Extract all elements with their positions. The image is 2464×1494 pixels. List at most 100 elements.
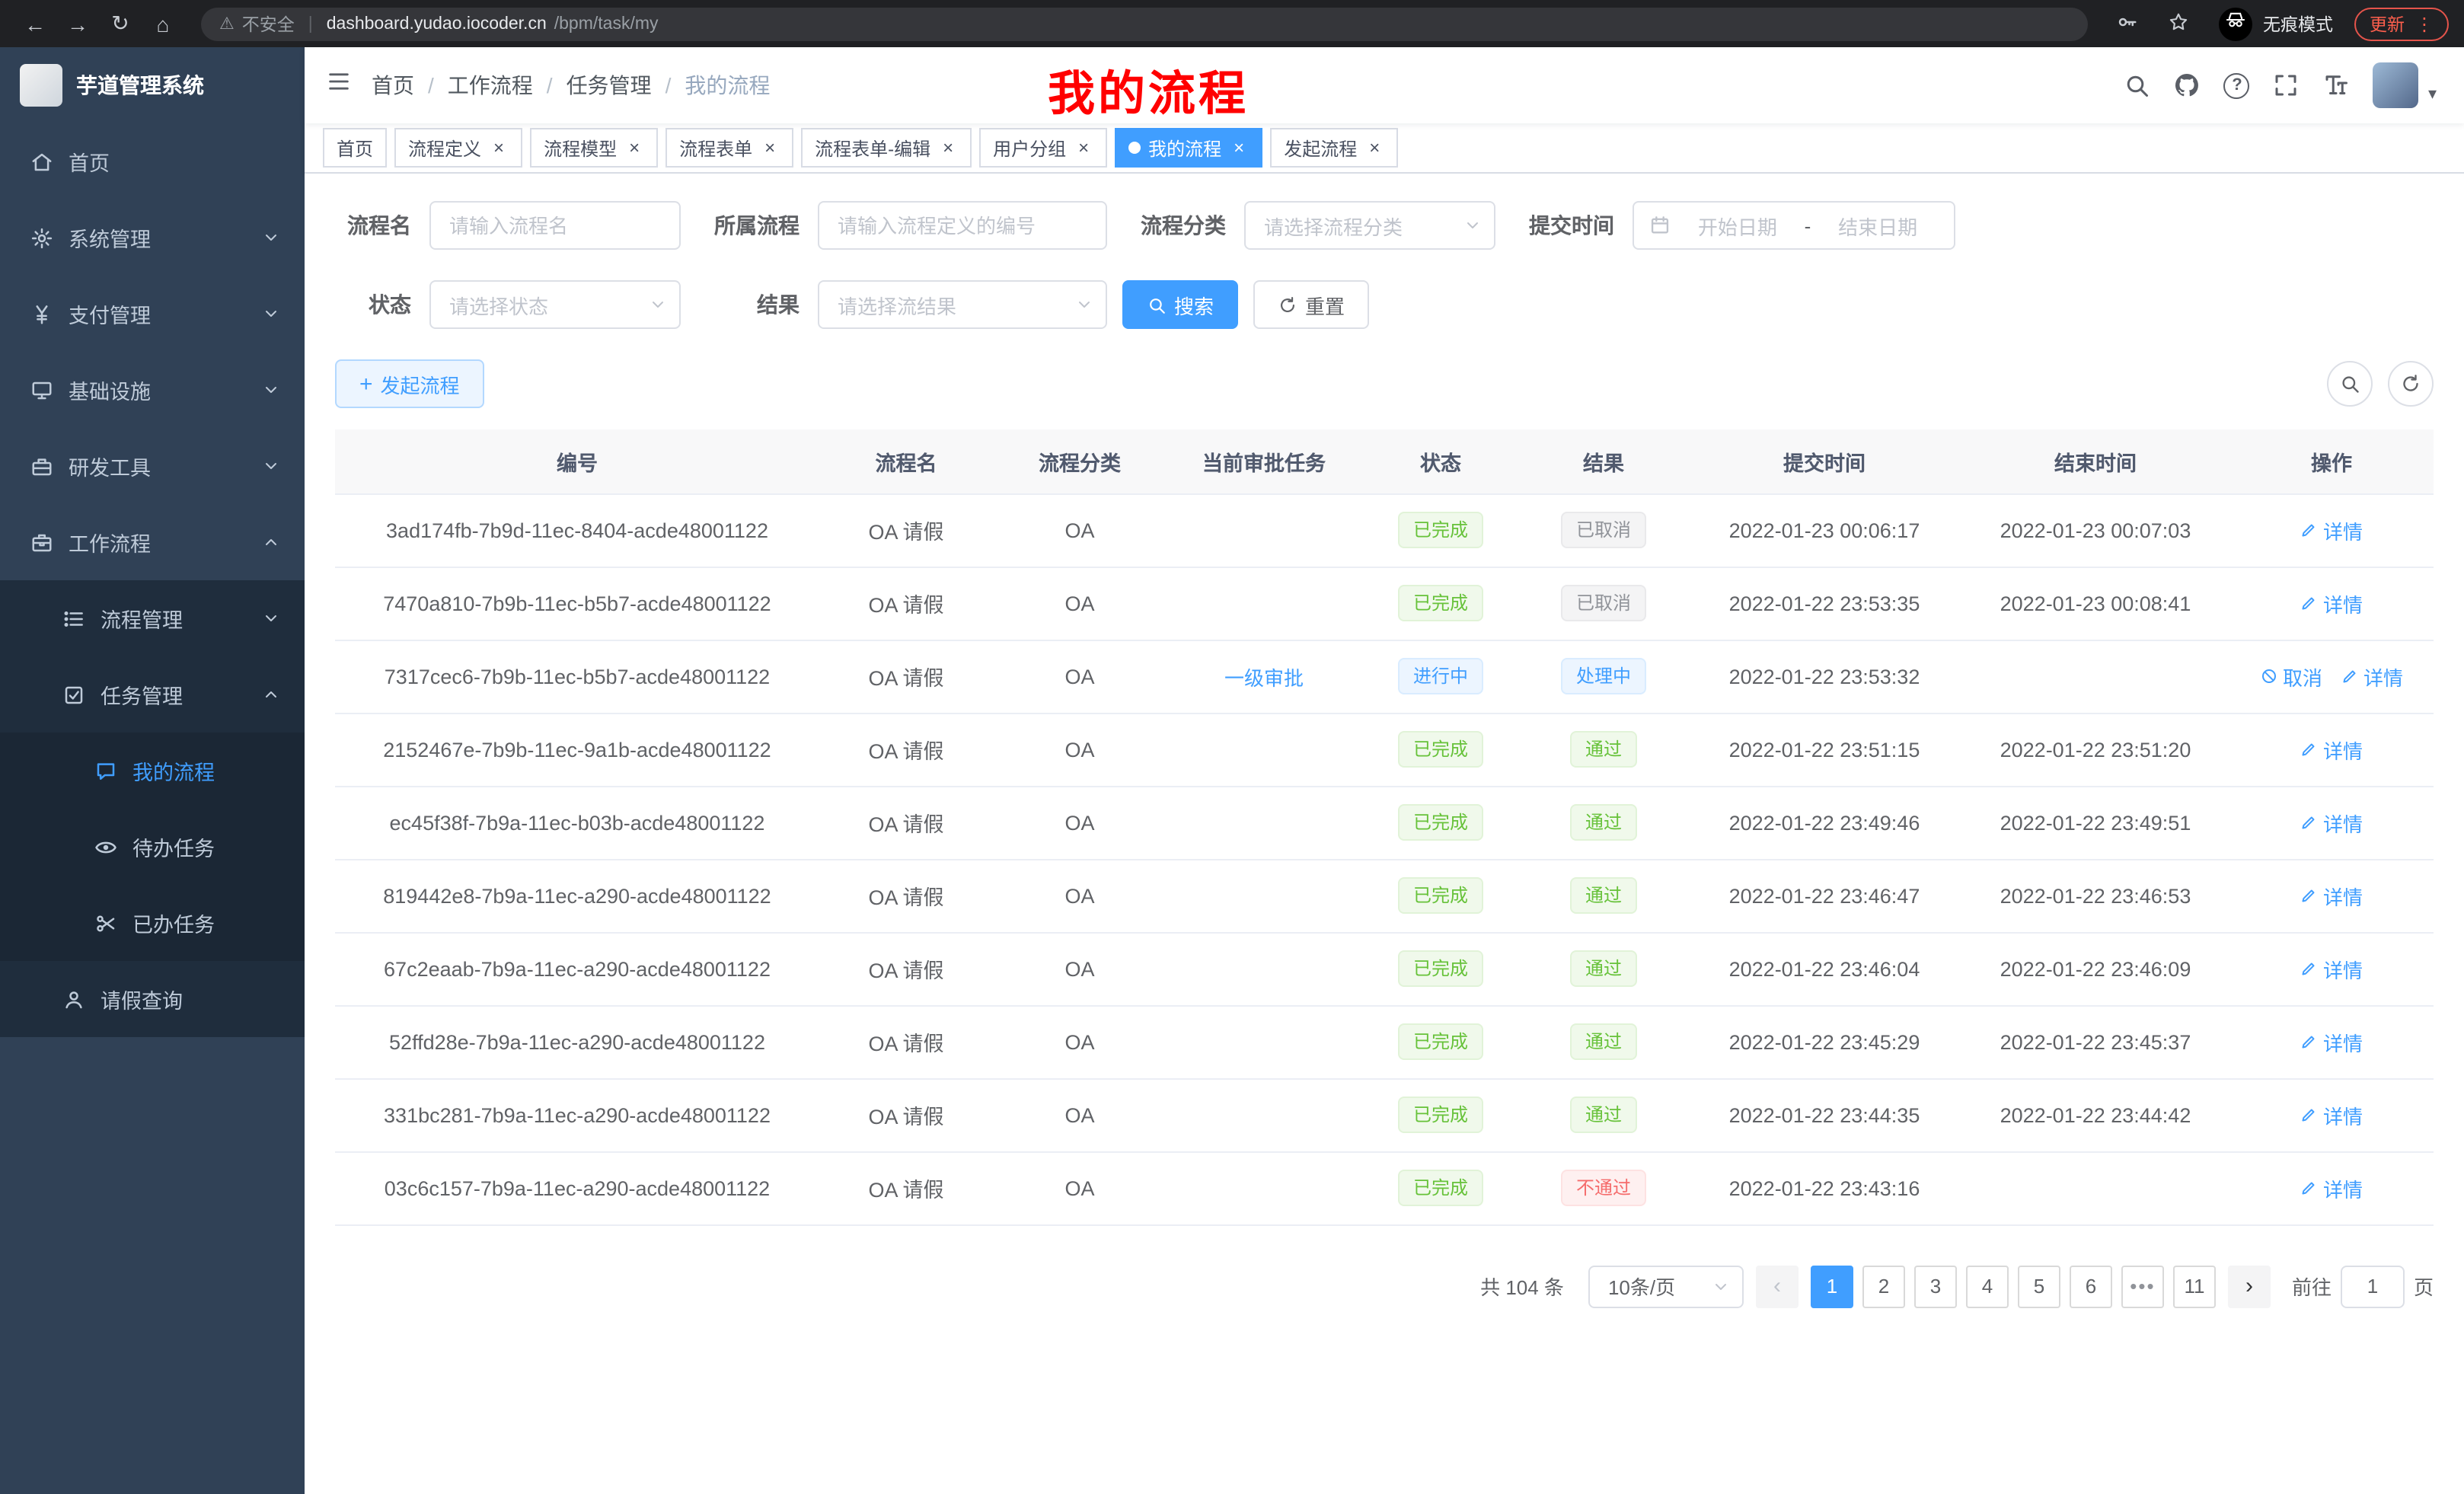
sidebar-item-dev-tools[interactable]: 研发工具 — [0, 428, 305, 504]
reload-icon[interactable]: ↻ — [101, 4, 140, 43]
address-bar[interactable]: ⚠ 不安全 | dashboard.yudao.iocoder.cn/bpm/t… — [201, 7, 2088, 40]
page-button-6[interactable]: 6 — [2070, 1265, 2112, 1307]
refresh-table-button[interactable] — [2388, 361, 2434, 407]
detail-link[interactable]: 详情 — [2300, 1100, 2363, 1129]
user-icon — [62, 988, 85, 1010]
tab-process-form[interactable]: 流程表单× — [665, 128, 793, 168]
page-button-4[interactable]: 4 — [1966, 1265, 2009, 1307]
close-icon[interactable]: × — [1229, 138, 1249, 158]
sidebar-item-label: 研发工具 — [69, 451, 151, 481]
detail-link[interactable]: 详情 — [2300, 881, 2363, 910]
page-button-1[interactable]: 1 — [1811, 1265, 1853, 1307]
cell-submit-time: 2022-01-22 23:49:46 — [1687, 786, 1961, 859]
prev-page-button[interactable]: ‹ — [1756, 1265, 1799, 1307]
sidebar-item-payment-mgmt[interactable]: 支付管理 — [0, 276, 305, 352]
date-range-picker[interactable]: 开始日期 - 结束日期 — [1633, 201, 1955, 250]
create-process-button[interactable]: + 发起流程 — [335, 359, 484, 408]
tab-user-group[interactable]: 用户分组× — [979, 128, 1107, 168]
tab-process-model[interactable]: 流程模型× — [530, 128, 658, 168]
status-select[interactable]: 请选择状态 — [429, 280, 681, 329]
page-size-select[interactable]: 10条/页 — [1588, 1265, 1744, 1307]
close-icon[interactable]: × — [1074, 138, 1093, 158]
fullscreen-icon[interactable] — [2273, 72, 2300, 99]
next-page-button[interactable]: › — [2228, 1265, 2271, 1307]
detail-link[interactable]: 详情 — [2300, 735, 2363, 764]
sidebar-item-workflow[interactable]: 工作流程 — [0, 504, 305, 580]
sidebar-item-leave-query[interactable]: 请假查询 — [0, 961, 305, 1037]
sidebar-item-done-tasks[interactable]: 已办任务 — [0, 885, 305, 961]
end-date-placeholder[interactable]: 结束日期 — [1817, 211, 1939, 240]
page-ellipsis[interactable]: ••• — [2121, 1265, 2164, 1307]
detail-link[interactable]: 详情 — [2300, 1027, 2363, 1056]
help-icon[interactable]: ? — [2224, 72, 2250, 98]
category-placeholder: 请选择流程分类 — [1264, 211, 1403, 240]
sidebar-item-task-mgmt[interactable]: 任务管理 — [0, 656, 305, 733]
goto-page-input[interactable] — [2341, 1265, 2405, 1307]
sidebar-item-infrastructure[interactable]: 基础设施 — [0, 352, 305, 428]
tab-process-form-edit[interactable]: 流程表单-编辑× — [801, 128, 972, 168]
table-toolbar: + 发起流程 — [335, 359, 2434, 408]
pagination: 共 104 条 10条/页 ‹ 123456•••11 › 前往 页 — [335, 1265, 2434, 1307]
back-icon[interactable]: ← — [15, 4, 55, 43]
toggle-search-button[interactable] — [2327, 361, 2373, 407]
search-button[interactable]: 搜索 — [1122, 280, 1238, 329]
star-icon — [2166, 10, 2189, 37]
close-icon[interactable]: × — [1364, 138, 1384, 158]
caret-down-icon[interactable]: ▾ — [2428, 84, 2437, 104]
result-select[interactable]: 请选择流结果 — [818, 280, 1107, 329]
security-label[interactable]: 不安全 — [242, 11, 295, 36]
home-icon[interactable]: ⌂ — [143, 4, 183, 43]
cell-task: 一级审批 — [1167, 640, 1361, 713]
detail-link[interactable]: 详情 — [2300, 516, 2363, 544]
close-icon[interactable]: × — [624, 138, 644, 158]
sidebar-item-system-mgmt[interactable]: 系统管理 — [0, 200, 305, 276]
cell-name: OA 请假 — [819, 932, 993, 1005]
task-link[interactable]: 一级审批 — [1224, 662, 1304, 691]
sidebar-item-my-process[interactable]: 我的流程 — [0, 733, 305, 809]
breadcrumb-item[interactable]: 工作流程 — [448, 70, 533, 101]
tab-label: 首页 — [337, 135, 373, 161]
detail-link[interactable]: 详情 — [2300, 808, 2363, 837]
password-key-icon[interactable] — [2106, 4, 2146, 43]
hamburger-icon[interactable] — [305, 47, 372, 123]
tab-process-definition[interactable]: 流程定义× — [394, 128, 522, 168]
detail-link[interactable]: 详情 — [2341, 662, 2403, 691]
breadcrumb-item[interactable]: 任务管理 — [567, 70, 652, 101]
bookmark-star-icon[interactable] — [2158, 4, 2197, 43]
sidebar-item-label: 系统管理 — [69, 222, 151, 253]
detail-link[interactable]: 详情 — [2300, 1173, 2363, 1202]
close-icon[interactable]: × — [938, 138, 958, 158]
sidebar-item-home[interactable]: 首页 — [0, 123, 305, 200]
update-button[interactable]: 更新 ⋮ — [2354, 7, 2449, 40]
reset-button[interactable]: 重置 — [1253, 280, 1369, 329]
app-logo[interactable]: 芋道管理系统 — [0, 47, 305, 123]
forward-icon[interactable]: → — [58, 4, 97, 43]
status-tag: 已完成 — [1398, 1097, 1483, 1133]
font-size-icon[interactable] — [2323, 72, 2351, 99]
tab-home[interactable]: 首页 — [323, 128, 387, 168]
page-button-2[interactable]: 2 — [1862, 1265, 1905, 1307]
detail-link[interactable]: 详情 — [2300, 589, 2363, 618]
process-name-input[interactable] — [429, 201, 681, 250]
start-date-placeholder[interactable]: 开始日期 — [1677, 211, 1799, 240]
incognito-label: 无痕模式 — [2263, 11, 2333, 36]
page-button-5[interactable]: 5 — [2018, 1265, 2060, 1307]
close-icon[interactable]: × — [489, 138, 509, 158]
process-key-input[interactable] — [818, 201, 1107, 250]
detail-link[interactable]: 详情 — [2300, 954, 2363, 983]
cancel-link[interactable]: 取消 — [2260, 662, 2322, 691]
page-button-3[interactable]: 3 — [1914, 1265, 1957, 1307]
column-header: 流程分类 — [993, 429, 1167, 493]
user-avatar[interactable] — [2373, 62, 2419, 108]
sidebar-item-process-mgmt[interactable]: 流程管理 — [0, 580, 305, 656]
tab-my-process[interactable]: 我的流程× — [1115, 128, 1262, 168]
category-select[interactable]: 请选择流程分类 — [1244, 201, 1495, 250]
menu-dots-icon[interactable]: ⋮ — [2415, 13, 2434, 34]
page-button-11[interactable]: 11 — [2173, 1265, 2216, 1307]
sidebar-item-todo-tasks[interactable]: 待办任务 — [0, 809, 305, 885]
github-icon[interactable] — [2174, 72, 2201, 99]
tab-start-process[interactable]: 发起流程× — [1270, 128, 1398, 168]
breadcrumb-item[interactable]: 首页 — [372, 70, 414, 101]
search-icon[interactable] — [2124, 72, 2151, 99]
close-icon[interactable]: × — [760, 138, 780, 158]
